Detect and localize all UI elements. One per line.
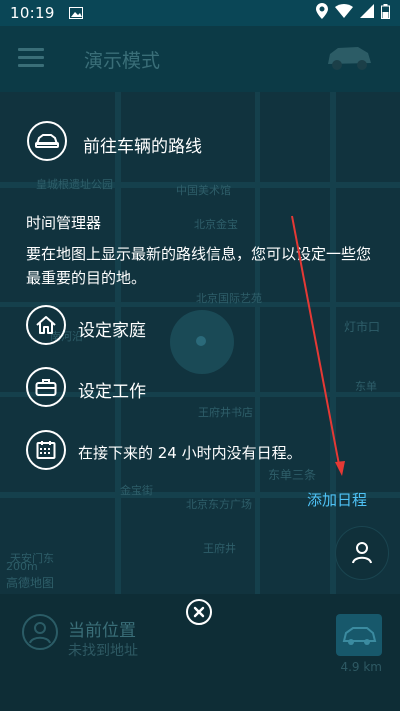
time-manager-description: 要在地图上显示最新的路线信息，您可以设定一些您最重要的目的地。	[26, 245, 372, 287]
time-manager-title: 时间管理器	[26, 214, 102, 232]
car-route-icon	[27, 121, 67, 161]
home-icon	[26, 305, 66, 345]
briefcase-icon	[26, 367, 66, 407]
add-schedule-link[interactable]: 添加日程	[307, 489, 367, 510]
no-schedule-label: 在接下来的 24 小时内没有日程。	[78, 444, 302, 462]
close-tutorial-button[interactable]	[186, 599, 212, 625]
user-profile-button[interactable]	[335, 526, 389, 580]
set-work-label[interactable]: 设定工作	[78, 377, 146, 402]
tutorial-overlay: 前往车辆的路线 时间管理器 要在地图上显示最新的路线信息，您可以设定一些您最重要…	[0, 0, 400, 711]
close-icon	[193, 606, 205, 618]
route-to-vehicle-label[interactable]: 前往车辆的路线	[83, 132, 202, 157]
set-home-label[interactable]: 设定家庭	[78, 316, 146, 341]
calendar-icon	[26, 430, 66, 470]
